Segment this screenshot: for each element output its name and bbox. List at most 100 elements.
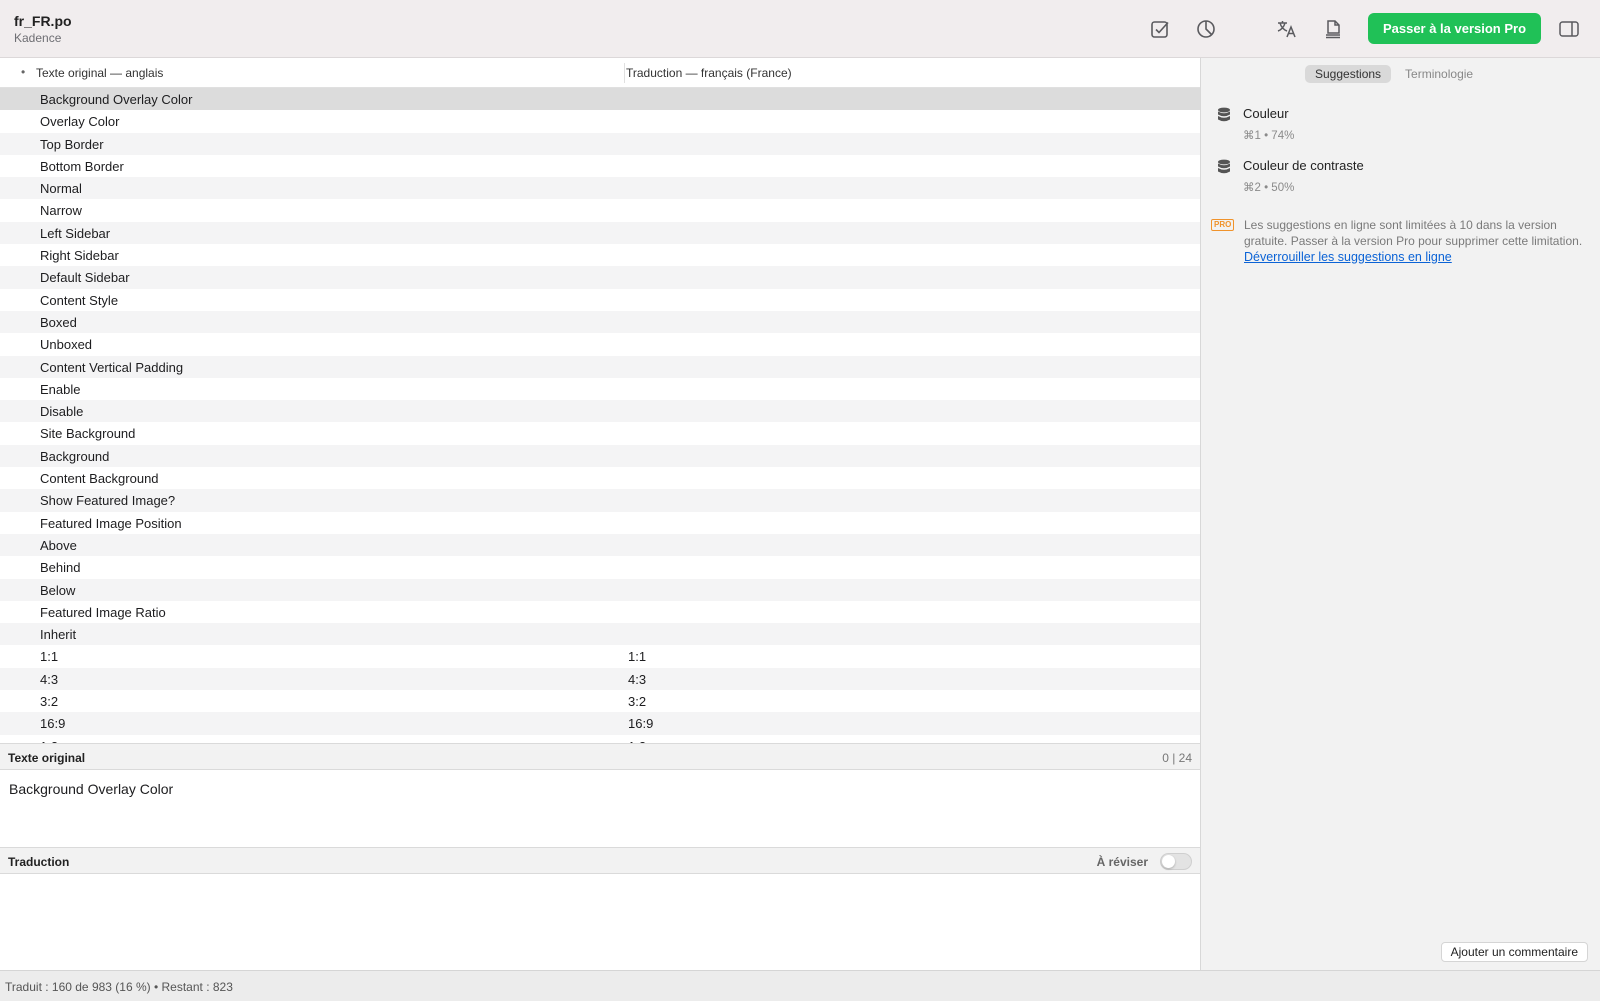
- source-pane: Background Overlay Color: [0, 770, 1200, 848]
- source-pane-header: Texte original 0 | 24: [0, 743, 1200, 770]
- list-row[interactable]: Default Sidebar: [0, 266, 1200, 289]
- source-cell: Site Background: [40, 426, 136, 442]
- checkmark-square-icon[interactable]: [1149, 18, 1171, 40]
- suggestion-text: Couleur de contraste: [1243, 158, 1364, 173]
- suggestion-meta: ⌘1 • 74%: [1243, 130, 1295, 142]
- column-divider[interactable]: [624, 63, 625, 83]
- list-row[interactable]: Right Sidebar: [0, 244, 1200, 267]
- list-row[interactable]: Unboxed: [0, 333, 1200, 356]
- add-comment-button[interactable]: Ajouter un commentaire: [1440, 942, 1588, 962]
- document-title: fr_FR.po: [14, 13, 72, 29]
- source-cell: 16:9: [40, 716, 66, 732]
- translation-cell: 4:3: [628, 671, 647, 687]
- sidebar-toggle-icon[interactable]: [1558, 18, 1580, 40]
- document-stack-icon[interactable]: [1322, 18, 1344, 40]
- toggle-knob: [1162, 855, 1175, 868]
- translation-input[interactable]: [0, 874, 1200, 970]
- suggestions-sidebar: Suggestions Terminologie Couleur ⌘1 • 74…: [1200, 58, 1600, 970]
- status-bar: Traduit : 160 de 983 (16 %) • Restant : …: [0, 970, 1600, 1001]
- source-cell: Content Vertical Padding: [40, 359, 184, 375]
- list-row[interactable]: Above: [0, 533, 1200, 557]
- list-row[interactable]: Content Vertical Padding: [0, 355, 1200, 378]
- source-cell: Left Sidebar: [40, 225, 111, 241]
- source-cell: Bottom Border: [40, 158, 124, 174]
- pie-chart-icon[interactable]: [1195, 18, 1217, 40]
- database-icon: [1217, 107, 1231, 123]
- database-icon: [1217, 159, 1231, 175]
- source-cell: Boxed: [40, 314, 77, 330]
- list-row[interactable]: Bottom Border: [0, 154, 1200, 178]
- source-cell: Behind: [40, 560, 81, 576]
- needs-review-toggle[interactable]: [1160, 853, 1192, 870]
- list-row[interactable]: 4:3 4:3: [0, 667, 1200, 691]
- suggestion-meta: ⌘2 • 50%: [1243, 182, 1295, 194]
- list-row[interactable]: 1:1 1:1: [0, 645, 1200, 668]
- list-row[interactable]: Normal: [0, 177, 1200, 200]
- column-header-source[interactable]: Texte original — anglais: [36, 66, 163, 80]
- sidebar-tabs: Suggestions Terminologie: [1305, 65, 1483, 83]
- list-row[interactable]: Background Overlay Color: [0, 88, 1200, 111]
- pro-badge: PRO: [1211, 219, 1235, 231]
- source-cell: Content Background: [40, 471, 159, 487]
- needs-review-label: À réviser: [1096, 855, 1148, 869]
- list-row[interactable]: Disable: [0, 400, 1200, 423]
- column-header-target[interactable]: Traduction — français (France): [626, 66, 792, 80]
- list-row[interactable]: Left Sidebar: [0, 221, 1200, 245]
- source-cell: Top Border: [40, 136, 104, 152]
- suggestion-text: Couleur: [1243, 106, 1289, 121]
- source-text: Background Overlay Color: [9, 781, 174, 797]
- translation-cell: 16:9: [628, 716, 654, 732]
- source-cell: Unboxed: [40, 337, 93, 353]
- source-cell: Overlay Color: [40, 114, 120, 130]
- list-row[interactable]: Inherit: [0, 623, 1200, 646]
- list-row[interactable]: 1:21:2: [0, 734, 1200, 743]
- suggestion-item[interactable]: Couleur de contraste ⌘2 • 50%: [1217, 158, 1577, 198]
- source-cell: Disable: [40, 404, 84, 420]
- character-count: 0 | 24: [1162, 751, 1192, 765]
- list-row[interactable]: Featured Image Position: [0, 511, 1200, 534]
- pro-note-text: Les suggestions en ligne sont limitées à…: [1244, 218, 1583, 248]
- source-cell: Normal: [40, 181, 82, 197]
- list-row[interactable]: 3:2 3:2: [0, 690, 1200, 713]
- source-cell: Inherit: [40, 627, 77, 643]
- list-row[interactable]: Featured Image Ratio: [0, 600, 1200, 624]
- list-row[interactable]: Behind: [0, 556, 1200, 579]
- list-row[interactable]: Content Style: [0, 288, 1200, 311]
- document-subtitle: Kadence: [14, 31, 62, 45]
- source-cell: Background: [40, 448, 110, 464]
- list-header: • Texte original — anglais Traduction — …: [0, 58, 1200, 88]
- list-row[interactable]: Site Background: [0, 422, 1200, 445]
- source-cell: Featured Image Ratio: [40, 604, 166, 620]
- list-row[interactable]: Narrow: [0, 199, 1200, 222]
- toolbar: fr_FR.po Kadence Passer à la version Pro: [0, 0, 1600, 58]
- source-cell: 1:1: [40, 649, 59, 665]
- tab-suggestions[interactable]: Suggestions: [1305, 65, 1392, 83]
- list-row[interactable]: Enable: [0, 377, 1200, 401]
- list-row[interactable]: Overlay Color: [0, 110, 1200, 133]
- unlock-suggestions-link[interactable]: Déverrouiller les suggestions en ligne: [1244, 250, 1452, 266]
- source-cell: Background Overlay Color: [40, 92, 193, 107]
- list-row[interactable]: 16:9 16:9: [0, 712, 1200, 735]
- list-row[interactable]: Boxed: [0, 310, 1200, 334]
- list-row[interactable]: Below: [0, 578, 1200, 601]
- upgrade-pro-button[interactable]: Passer à la version Pro: [1368, 13, 1541, 44]
- source-cell: Right Sidebar: [40, 248, 119, 264]
- source-cell: Above: [40, 537, 77, 553]
- list-row[interactable]: Show Featured Image?: [0, 489, 1200, 512]
- source-pane-label: Texte original: [8, 751, 86, 765]
- source-cell: Enable: [40, 381, 81, 397]
- translation-cell: 1:1: [628, 649, 647, 665]
- source-cell: 3:2: [40, 694, 59, 710]
- string-list: • Texte original — anglais Traduction — …: [0, 58, 1200, 743]
- list-row[interactable]: Content Background: [0, 467, 1200, 490]
- list-row[interactable]: Top Border: [0, 132, 1200, 155]
- translation-cell: 3:2: [628, 694, 647, 710]
- pro-limitation-note: PRO Les suggestions en ligne sont limité…: [1211, 218, 1591, 266]
- translate-icon[interactable]: [1276, 18, 1298, 40]
- sort-indicator-icon[interactable]: •: [21, 65, 25, 79]
- list-row[interactable]: Background: [0, 444, 1200, 468]
- suggestion-item[interactable]: Couleur ⌘1 • 74%: [1217, 106, 1577, 146]
- source-cell: Show Featured Image?: [40, 493, 176, 509]
- tab-terminology[interactable]: Terminologie: [1395, 65, 1483, 83]
- source-cell: Narrow: [40, 203, 82, 219]
